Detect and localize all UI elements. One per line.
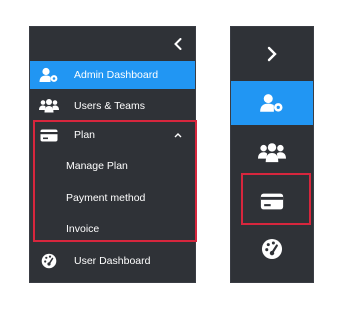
sidebar-item-label: User Dashboard [74, 255, 151, 267]
users-icon [258, 143, 286, 163]
expand-sidebar-button[interactable] [231, 35, 313, 73]
chevron-right-icon [267, 46, 277, 62]
sidebar-item-label: Admin Dashboard [74, 69, 159, 81]
chevron-up-icon [173, 131, 183, 139]
sidebar-subitem-payment-method[interactable]: Payment method [30, 184, 195, 212]
sidebar-item-plan[interactable]: Plan [30, 121, 195, 149]
sidebar-subitem-manage-plan[interactable]: Manage Plan [30, 152, 195, 180]
dashboard-gauge-icon [39, 253, 59, 269]
sidebar-subitem-invoice[interactable]: Invoice [30, 215, 195, 243]
collapsed-sidebar [230, 26, 314, 283]
sidebar-item-label: Invoice [66, 223, 100, 235]
sidebar-item-label: Manage Plan [66, 160, 128, 172]
collapsed-item-plan[interactable] [231, 179, 313, 223]
dashboard-gauge-icon [261, 238, 283, 260]
sidebar-item-users-teams[interactable]: Users & Teams [30, 92, 195, 120]
collapsed-item-user-dashboard[interactable] [231, 227, 313, 271]
sidebar-item-admin-dashboard[interactable]: Admin Dashboard [30, 61, 195, 89]
user-gear-icon [260, 94, 283, 112]
collapsed-item-users-teams[interactable] [231, 131, 313, 175]
sidebar-item-label: Users & Teams [74, 100, 145, 112]
sidebar-item-user-dashboard[interactable]: User Dashboard [30, 247, 195, 275]
collapsed-item-admin-dashboard[interactable] [231, 81, 313, 125]
users-icon [39, 98, 59, 114]
user-gear-icon [39, 67, 59, 83]
collapse-sidebar-button[interactable] [171, 36, 185, 52]
sidebar-item-label: Payment method [66, 192, 146, 204]
expanded-sidebar: Admin Dashboard Users & Teams Plan Manag… [29, 26, 197, 283]
credit-card-icon [39, 127, 59, 143]
chevron-left-icon [174, 38, 182, 50]
sidebar-item-label: Plan [74, 129, 96, 141]
credit-card-icon [260, 193, 284, 209]
